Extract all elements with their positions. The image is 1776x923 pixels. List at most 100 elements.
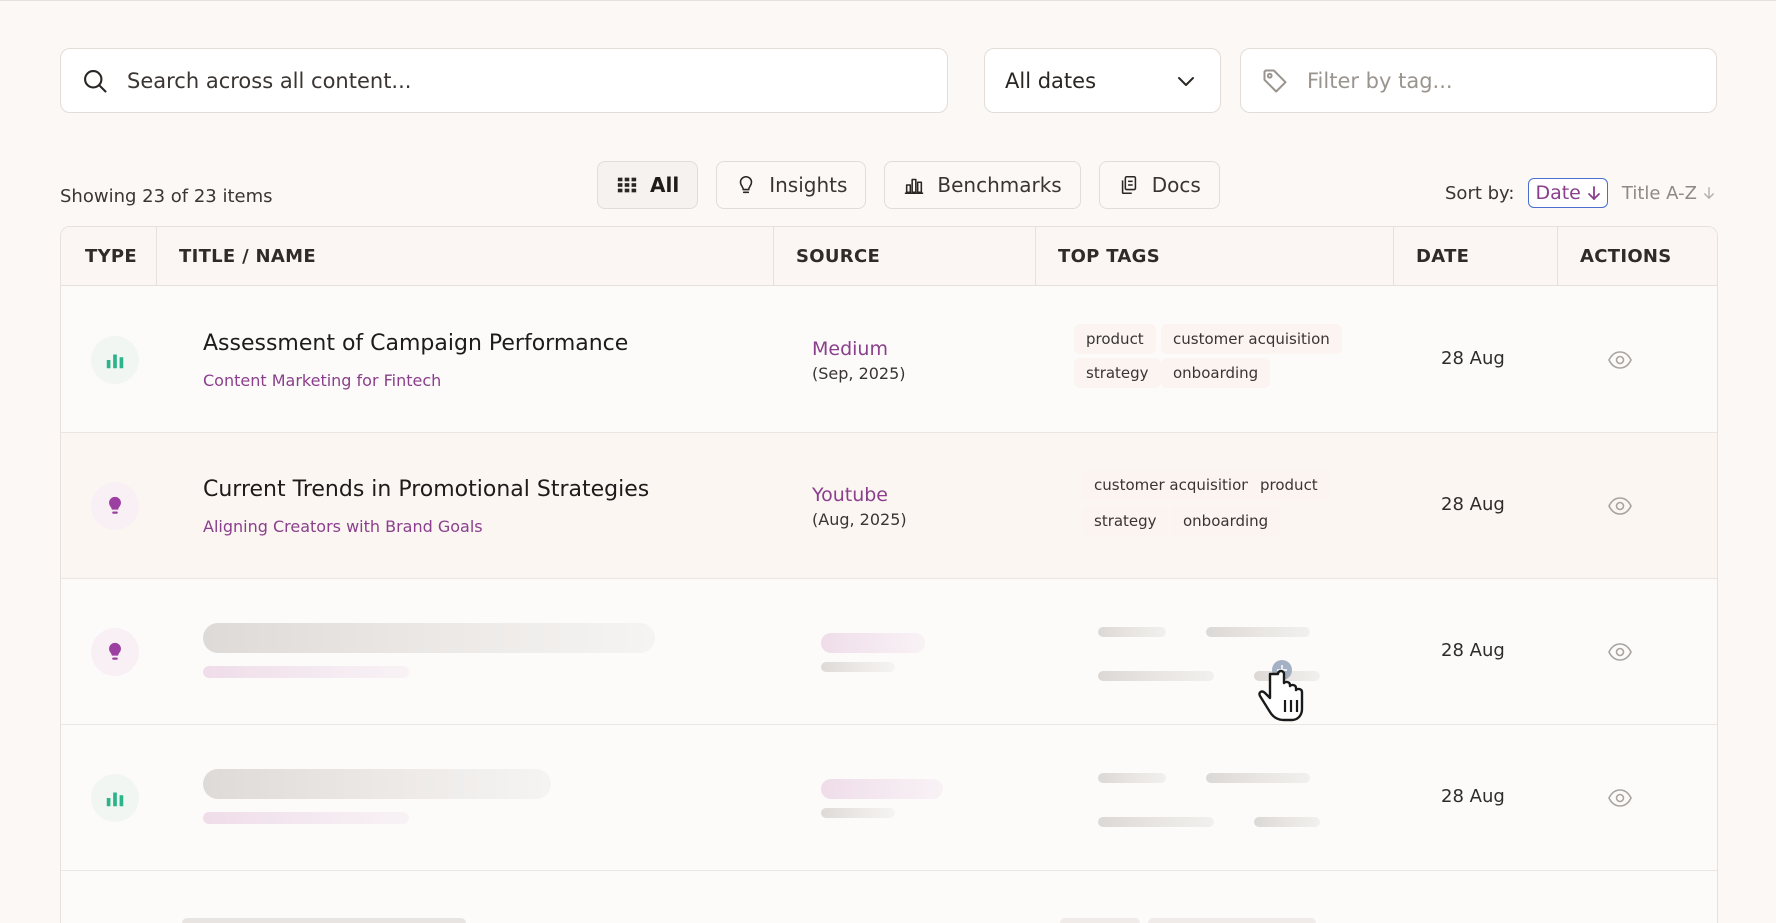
tag-chip[interactable]: onboarding — [1161, 358, 1271, 388]
table-header: TYPE TITLE / NAME SOURCE TOP TAGS DATE A… — [61, 227, 1717, 286]
header-type[interactable]: TYPE — [85, 227, 137, 286]
top-border — [0, 0, 1776, 1]
partial-row-tag — [1148, 918, 1316, 923]
sort-date-button[interactable]: Date — [1528, 178, 1608, 208]
eye-icon[interactable] — [1608, 349, 1632, 371]
row-title[interactable]: Assessment of Campaign Performance — [203, 331, 628, 356]
header-actions: ACTIONS — [1580, 246, 1672, 267]
row-subtitle: Aligning Creators with Brand Goals — [203, 517, 483, 536]
tag-chip[interactable]: onboarding — [1171, 506, 1281, 536]
skeleton-tag — [1098, 773, 1166, 783]
skeleton-tag — [1098, 671, 1214, 681]
skeleton-tag — [1206, 627, 1310, 637]
segment-insights[interactable]: Insights — [716, 161, 867, 209]
skeleton-tag — [1254, 817, 1320, 827]
segment-label: All — [650, 173, 680, 197]
date-filter-dropdown[interactable]: All dates — [984, 48, 1221, 113]
bar-chart-icon — [905, 178, 924, 195]
segment-label: Insights — [769, 173, 848, 197]
lightbulb-icon — [109, 642, 121, 660]
tag-chip[interactable]: customer acquisition — [1082, 470, 1263, 500]
row-date: 28 Aug — [1441, 639, 1505, 661]
tag-filter-input[interactable] — [1307, 68, 1707, 93]
skeleton-source — [821, 633, 925, 653]
search-box[interactable] — [60, 48, 948, 113]
benchmark-type-icon — [91, 773, 139, 822]
documents-icon — [1121, 175, 1136, 195]
arrow-down-icon — [1587, 186, 1600, 201]
segment-benchmarks[interactable]: Benchmarks — [884, 161, 1081, 209]
source-name[interactable]: Youtube — [812, 484, 888, 506]
tag-icon — [1263, 69, 1287, 92]
tag-chip[interactable]: customer acquisition — [1161, 324, 1342, 354]
skeleton-tag — [1206, 773, 1310, 783]
content-table: TYPE TITLE / NAME SOURCE TOP TAGS DATE A… — [60, 226, 1718, 923]
skeleton-title — [203, 769, 551, 799]
insight-type-icon — [91, 627, 139, 676]
header-date[interactable]: DATE — [1416, 227, 1469, 286]
sort-control: Sort by: Date Title A-Z — [1445, 178, 1715, 208]
skeleton-source-date — [821, 662, 895, 672]
sort-title-label: Title A-Z — [1621, 182, 1697, 204]
table-row[interactable]: Assessment of Campaign Performance Conte… — [61, 287, 1717, 433]
row-subtitle: Content Marketing for Fintech — [203, 371, 442, 390]
bar-chart-icon — [106, 354, 124, 368]
row-date: 28 Aug — [1441, 347, 1505, 369]
skeleton-subtitle — [203, 666, 409, 678]
tag-chip[interactable]: strategy — [1074, 358, 1161, 388]
row-date: 28 Aug — [1441, 785, 1505, 807]
skeleton-subtitle — [203, 812, 409, 824]
sort-label: Sort by: — [1445, 182, 1515, 204]
skeleton-tag — [1098, 627, 1166, 637]
sort-title-button[interactable]: Title A-Z — [1622, 183, 1715, 204]
chevron-down-icon — [1178, 76, 1194, 86]
column-divider — [1035, 227, 1036, 286]
partial-row-tag — [1060, 918, 1140, 923]
table-row-loading[interactable]: 28 Aug — [61, 579, 1717, 725]
sort-date-label: Date — [1535, 182, 1581, 204]
benchmark-type-icon — [91, 335, 139, 384]
column-divider — [1393, 227, 1394, 286]
eye-icon[interactable] — [1608, 495, 1632, 517]
skeleton-title — [203, 623, 655, 653]
column-divider — [773, 227, 774, 286]
results-count: Showing 23 of 23 items — [60, 186, 273, 207]
tag-chip[interactable]: strategy — [1082, 506, 1169, 536]
date-filter-value: All dates — [1005, 68, 1097, 93]
eye-icon[interactable] — [1608, 787, 1632, 809]
source-name[interactable]: Medium — [812, 338, 888, 360]
table-row-loading[interactable]: 28 Aug — [61, 725, 1717, 871]
partial-row-text — [182, 918, 466, 923]
tag-filter-box[interactable] — [1240, 48, 1717, 113]
table-row[interactable]: Current Trends in Promotional Strategies… — [61, 433, 1717, 579]
segment-label: Docs — [1151, 173, 1201, 197]
source-date: (Aug, 2025) — [812, 510, 907, 529]
header-source[interactable]: SOURCE — [796, 227, 880, 286]
source-date: (Sep, 2025) — [812, 364, 906, 383]
segment-all[interactable]: All — [597, 161, 699, 209]
bar-chart-icon — [106, 792, 124, 806]
lightbulb-icon — [739, 176, 753, 194]
grid-icon — [617, 177, 637, 193]
type-segments: All Insights Benchmarks Docs — [597, 161, 1220, 209]
skeleton-source — [821, 779, 943, 799]
insight-type-icon — [91, 481, 139, 530]
hand-cursor-icon — [1258, 660, 1304, 722]
header-tags[interactable]: TOP TAGS — [1058, 227, 1160, 286]
search-input[interactable] — [127, 68, 907, 93]
skeleton-source-date — [821, 808, 895, 818]
lightbulb-icon — [109, 496, 121, 514]
eye-icon[interactable] — [1608, 641, 1632, 663]
column-divider — [156, 227, 157, 286]
tag-chip[interactable]: product — [1074, 324, 1156, 354]
skeleton-tag — [1098, 817, 1214, 827]
column-divider — [1557, 227, 1558, 286]
row-date: 28 Aug — [1441, 493, 1505, 515]
header-title[interactable]: TITLE / NAME — [179, 227, 316, 286]
arrow-down-icon — [1703, 187, 1714, 200]
segment-docs[interactable]: Docs — [1098, 161, 1220, 209]
search-icon — [84, 69, 107, 93]
tag-chip[interactable]: product — [1248, 470, 1330, 500]
row-title[interactable]: Current Trends in Promotional Strategies — [203, 477, 649, 502]
segment-label: Benchmarks — [937, 173, 1062, 197]
